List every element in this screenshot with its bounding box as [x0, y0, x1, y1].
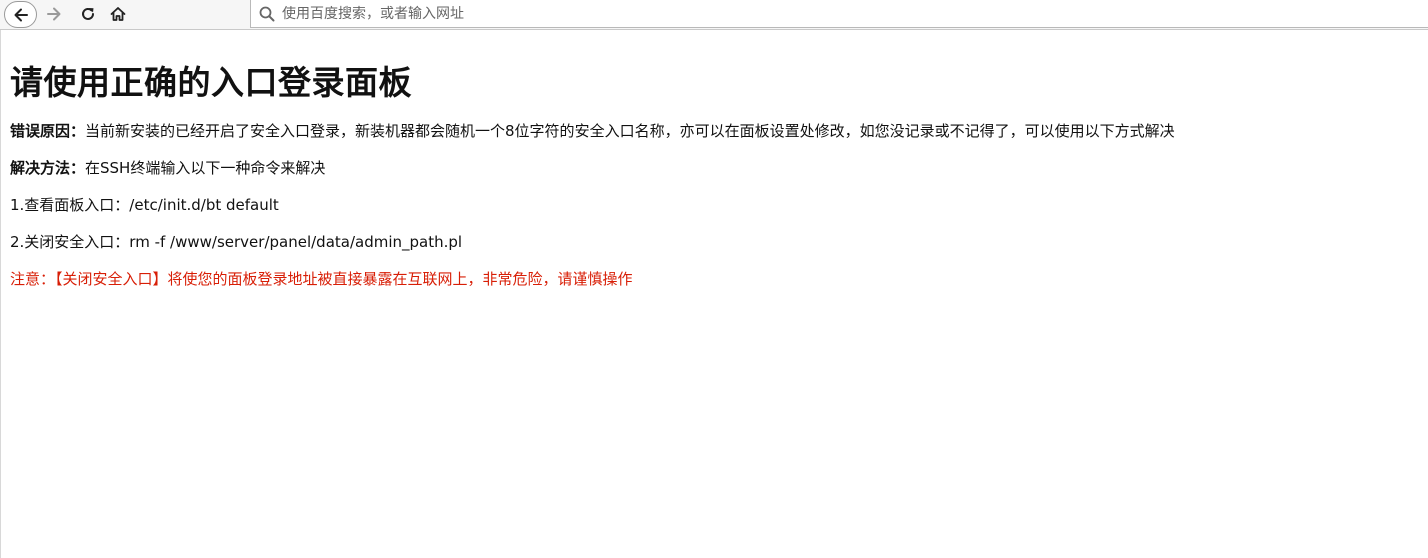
page-content: 请使用正确的入口登录面板 错误原因：当前新安装的已经开启了安全入口登录，新装机器…: [0, 30, 1428, 558]
error-reason: 错误原因：当前新安装的已经开启了安全入口登录，新装机器都会随机一个8位字符的安全…: [10, 120, 1175, 141]
home-button[interactable]: [104, 0, 132, 28]
reload-icon: [82, 7, 94, 20]
home-icon: [110, 7, 126, 21]
solution: 解决方法：在SSH终端输入以下一种命令来解决: [10, 157, 325, 178]
arrow-right-icon: [47, 7, 61, 21]
step-close-entry: 2.关闭安全入口：rm -f /www/server/panel/data/ad…: [10, 233, 463, 251]
search-icon: [254, 1, 280, 27]
url-input[interactable]: [280, 1, 1380, 26]
forward-button[interactable]: [40, 0, 68, 28]
back-button[interactable]: [4, 1, 37, 28]
step-view-entry: 1.查看面板入口：/etc/init.d/bt default: [10, 196, 279, 214]
address-bar[interactable]: [250, 0, 1428, 28]
error-reason-label: 错误原因：: [10, 122, 86, 140]
browser-toolbar: [0, 0, 1428, 30]
arrow-left-icon: [14, 8, 28, 21]
error-reason-text: 当前新安装的已经开启了安全入口登录，新装机器都会随机一个8位字符的安全入口名称，…: [85, 122, 1175, 140]
reload-button[interactable]: [74, 0, 102, 28]
warning-text: 注意：【关闭安全入口】将使您的面板登录地址被直接暴露在互联网上，非常危险，请谨慎…: [10, 270, 633, 288]
page-title: 请使用正确的入口登录面板: [10, 63, 412, 102]
solution-label: 解决方法：: [10, 159, 86, 177]
solution-text: 在SSH终端输入以下一种命令来解决: [85, 159, 326, 177]
